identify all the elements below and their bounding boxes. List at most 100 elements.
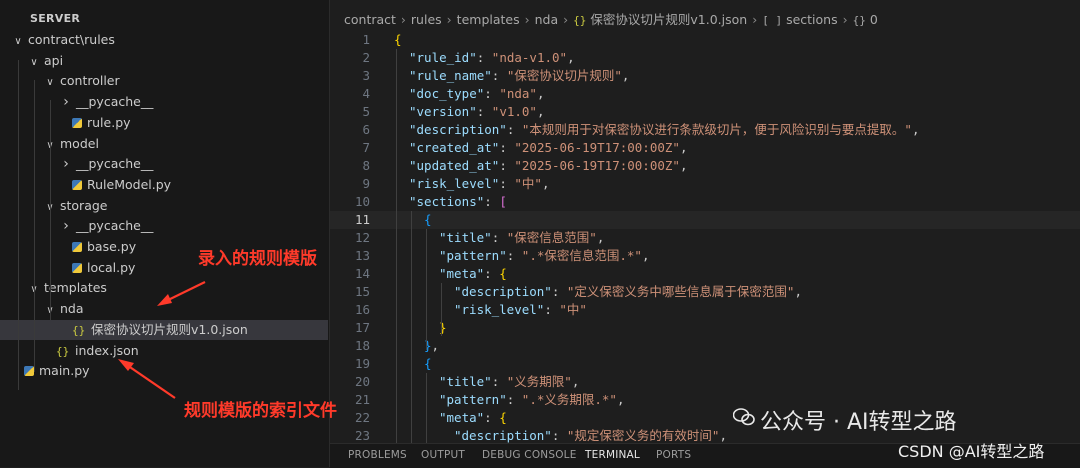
line-number: 19 xyxy=(354,356,370,371)
code-text: "description": "本规则用于对保密协议进行条款级切片，便于风险识别… xyxy=(409,121,920,139)
arrowhead-template xyxy=(157,294,172,306)
code-token: : xyxy=(484,194,500,209)
code-token: : xyxy=(491,374,507,389)
code-token: "保密协议切片规则" xyxy=(506,68,622,83)
line-number: 12 xyxy=(354,230,370,245)
code-text: "description": "规定保密义务的有效时间", xyxy=(454,427,727,443)
line-number: 13 xyxy=(354,248,370,263)
code-line[interactable]: 16 "risk_level": "中" xyxy=(330,301,1080,319)
breadcrumb-item-templates[interactable]: templates xyxy=(457,12,520,27)
code-line[interactable]: 21 "pattern": ".*义务期限.*", xyxy=(330,391,1080,409)
code-token: "义务期限" xyxy=(506,374,572,389)
code-line[interactable]: 4 "doc_type": "nda", xyxy=(330,85,1080,103)
code-token: "本规则用于对保密协议进行条款级切片，便于风险识别与要点提取。" xyxy=(521,122,912,137)
breadcrumb: contract › rules › templates › nda › {} 保密协议切片规则… xyxy=(330,10,878,30)
code-token: : xyxy=(506,122,522,137)
code-text: "description": "定义保密义务中哪些信息属于保密范围", xyxy=(454,283,802,301)
code-line[interactable]: 14 "meta": { xyxy=(330,265,1080,283)
code-line[interactable]: 15 "description": "定义保密义务中哪些信息属于保密范围", xyxy=(330,283,1080,301)
editor-indent-guide xyxy=(441,283,442,336)
object-icon: {} xyxy=(852,14,866,27)
line-number: 15 xyxy=(354,284,370,299)
code-token: : xyxy=(499,158,515,173)
code-text: "pattern": ".*义务期限.*", xyxy=(439,391,624,409)
code-token: , xyxy=(541,176,550,191)
line-number: 11 xyxy=(354,212,370,227)
code-editor[interactable]: 1{2 "rule_id": "nda-v1.0", 3 "rule_name": "… xyxy=(330,30,1080,443)
code-token: , xyxy=(794,284,802,299)
breadcrumb-item-nda[interactable]: nda xyxy=(535,12,559,27)
chevron-right-icon: › xyxy=(752,12,758,27)
editor-indent-guide xyxy=(426,229,427,350)
tab-problems[interactable]: PROBLEMS xyxy=(348,449,407,461)
line-number: 9 xyxy=(362,176,370,191)
code-line[interactable]: 18}, xyxy=(330,337,1080,355)
tab-output[interactable]: OUTPUT xyxy=(421,449,465,461)
code-line[interactable]: 10 "sections": [ xyxy=(330,193,1080,211)
code-token: : xyxy=(506,248,522,263)
line-number: 2 xyxy=(362,50,370,65)
code-token: "中" xyxy=(559,302,587,317)
code-line[interactable]: 2 "rule_id": "nda-v1.0", xyxy=(330,49,1080,67)
code-token: : xyxy=(499,176,515,191)
breadcrumb-item-contract[interactable]: contract xyxy=(344,12,396,27)
line-number: 5 xyxy=(362,104,370,119)
code-line[interactable]: 12 "title": "保密信息范围", xyxy=(330,229,1080,247)
code-line[interactable]: 1{ xyxy=(330,31,1080,49)
breadcrumb-item-index[interactable]: 0 xyxy=(870,12,878,27)
code-line[interactable]: 7 "created_at": "2025-06-19T17:00:00Z", xyxy=(330,139,1080,157)
code-token: : xyxy=(551,428,567,443)
code-token: "doc_type" xyxy=(409,86,485,101)
array-icon: [ ] xyxy=(762,14,783,27)
code-text: "sections": [ xyxy=(409,193,507,211)
chevron-right-icon: › xyxy=(524,12,530,27)
breadcrumb-item-sections[interactable]: sections xyxy=(786,12,838,27)
line-number: 6 xyxy=(362,122,370,137)
code-token: "中" xyxy=(514,176,542,191)
line-number: 20 xyxy=(354,374,370,389)
code-line[interactable]: 6 "description": "本规则用于对保密协议进行条款级切片，便于风险识… xyxy=(330,121,1080,139)
code-text: "rule_name": "保密协议切片规则", xyxy=(409,67,629,85)
code-token: "version" xyxy=(409,104,477,119)
tab-debug-console[interactable]: DEBUG CONSOLE xyxy=(482,449,577,461)
line-number: 14 xyxy=(354,266,370,281)
code-line[interactable]: 19 { xyxy=(330,355,1080,373)
code-token: : xyxy=(544,302,560,317)
code-token: "description" xyxy=(454,428,552,443)
breadcrumb-item-file[interactable]: 保密协议切片规则v1.0.json xyxy=(590,12,747,27)
line-number: 21 xyxy=(354,392,370,407)
code-line[interactable]: 3 "rule_name": "保密协议切片规则", xyxy=(330,67,1080,85)
editor-indent-guide xyxy=(396,49,397,443)
code-line[interactable]: 22 "meta": { xyxy=(330,409,1080,427)
code-token: "rule_name" xyxy=(409,68,492,83)
code-line[interactable]: 13 "pattern": ".*保密信息范围.*", xyxy=(330,247,1080,265)
code-token: , xyxy=(679,158,688,173)
code-line[interactable]: 11 { xyxy=(330,211,1080,229)
tab-ports[interactable]: PORTS xyxy=(656,449,691,461)
breadcrumb-item-rules[interactable]: rules xyxy=(411,12,442,27)
code-line[interactable]: 20 "title": "义务期限", xyxy=(330,373,1080,391)
code-line[interactable]: 8 "updated_at": "2025-06-19T17:00:00Z", xyxy=(330,157,1080,175)
chevron-right-icon: › xyxy=(563,12,569,27)
code-text: "rule_id": "nda-v1.0", xyxy=(409,49,575,67)
code-line[interactable]: 17} xyxy=(330,319,1080,337)
code-token: "nda" xyxy=(499,86,537,101)
code-line[interactable]: 9 "risk_level": "中", xyxy=(330,175,1080,193)
code-token: "规定保密义务的有效时间" xyxy=(566,428,720,443)
tab-terminal[interactable]: TERMINAL xyxy=(585,449,640,461)
chevron-right-icon: › xyxy=(400,12,406,27)
line-number: 16 xyxy=(354,302,370,317)
code-text: "version": "v1.0", xyxy=(409,103,544,121)
code-token: "v1.0" xyxy=(491,104,537,119)
line-number: 4 xyxy=(362,86,370,101)
code-token: { xyxy=(394,32,402,47)
code-line[interactable]: 5 "version": "v1.0", xyxy=(330,103,1080,121)
code-token: "meta" xyxy=(439,266,485,281)
code-token: "rule_id" xyxy=(409,50,477,65)
annotation-template-label: 录入的规则模版 xyxy=(198,249,317,269)
code-text: { xyxy=(394,31,402,49)
code-token: { xyxy=(499,266,507,281)
code-token: : xyxy=(551,284,567,299)
code-token: , xyxy=(621,68,630,83)
code-token: "description" xyxy=(454,284,552,299)
